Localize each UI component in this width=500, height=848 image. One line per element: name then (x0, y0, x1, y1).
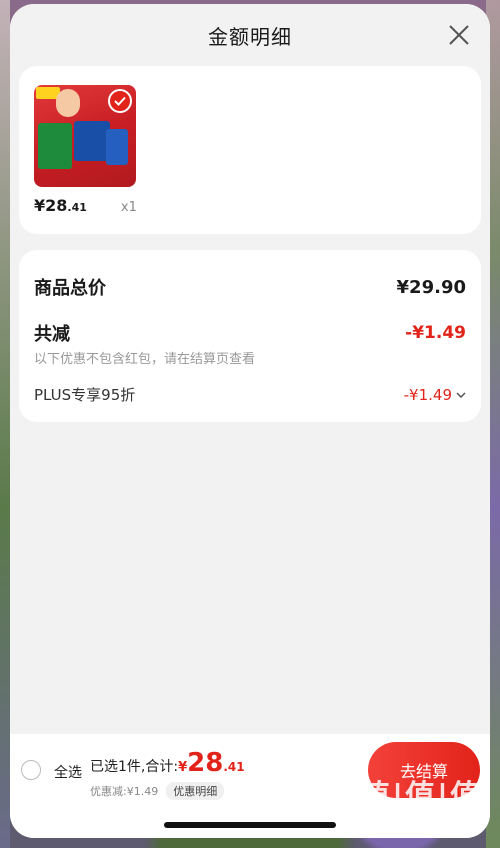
discount-amount-text: 优惠减:¥1.49 (90, 785, 159, 798)
plus-discount-value: -¥1.49 (403, 385, 452, 404)
plus-discount-toggle[interactable]: -¥1.49 (404, 386, 466, 404)
total-discount-row: 共减 -¥1.49 (34, 320, 466, 346)
total-amount-dec: .41 (223, 760, 245, 774)
product-thumbnail[interactable] (34, 85, 136, 187)
sheet-title: 金额明细 (208, 24, 292, 49)
discount-line: 优惠减:¥1.49 优惠明细 (90, 782, 225, 800)
price-summary-card: 商品总价 ¥29.90 共减 -¥1.49 以下优惠不包含红包，请在结算页查看 … (19, 250, 481, 422)
site-watermark: 值|值|值 zhizhizhi.com (360, 771, 482, 830)
plus-discount-label: PLUS专享95折 (34, 386, 136, 404)
plus-discount-row[interactable]: PLUS专享95折 -¥1.49 (34, 384, 466, 405)
amount-detail-sheet: 金额明细 ¥28.41 x1 商品总价 ¥29.90 共减 -¥1.49 以下优… (10, 4, 490, 838)
sheet-header: 金额明细 (10, 4, 490, 66)
product-quantity: x1 (120, 200, 137, 215)
selected-count-text: 已选1件,合计: (90, 759, 179, 775)
total-price-row: 商品总价 ¥29.90 (34, 274, 466, 300)
selected-total: 已选1件,合计: ¥ 28 .41 (90, 748, 245, 778)
select-all-radio[interactable] (21, 760, 41, 780)
mascot-image (56, 89, 80, 117)
product-card: ¥28.41 x1 (19, 66, 481, 234)
total-currency: ¥ (178, 760, 188, 775)
discount-detail-button[interactable]: 优惠明细 (166, 782, 225, 800)
product-price-row: ¥28.41 x1 (34, 196, 137, 215)
selected-check-icon[interactable] (108, 89, 132, 113)
total-discount-value: -¥1.49 (405, 323, 466, 343)
product-price: ¥28.41 (34, 196, 87, 215)
background-edge-left (0, 0, 10, 848)
total-price-value: ¥29.90 (396, 276, 466, 298)
discount-note: 以下优惠不包含红包，请在结算页查看 (34, 352, 256, 367)
chevron-down-icon (456, 391, 466, 398)
milk-box-image (74, 121, 110, 161)
watermark-text: zhizhizhi.com (394, 815, 482, 830)
select-all-label[interactable]: 全选 (54, 762, 82, 782)
milk-carton-image (106, 129, 128, 165)
product-price-dec: .41 (67, 201, 87, 214)
promo-banner-image (38, 123, 72, 169)
close-icon[interactable] (448, 24, 470, 46)
total-price-label: 商品总价 (34, 278, 106, 299)
product-price-int: ¥28 (34, 196, 68, 215)
home-indicator (164, 822, 336, 828)
total-discount-label: 共减 (34, 324, 70, 345)
total-amount-int: 28 (187, 748, 224, 778)
watermark-logo: 值|值|值 (360, 779, 482, 814)
